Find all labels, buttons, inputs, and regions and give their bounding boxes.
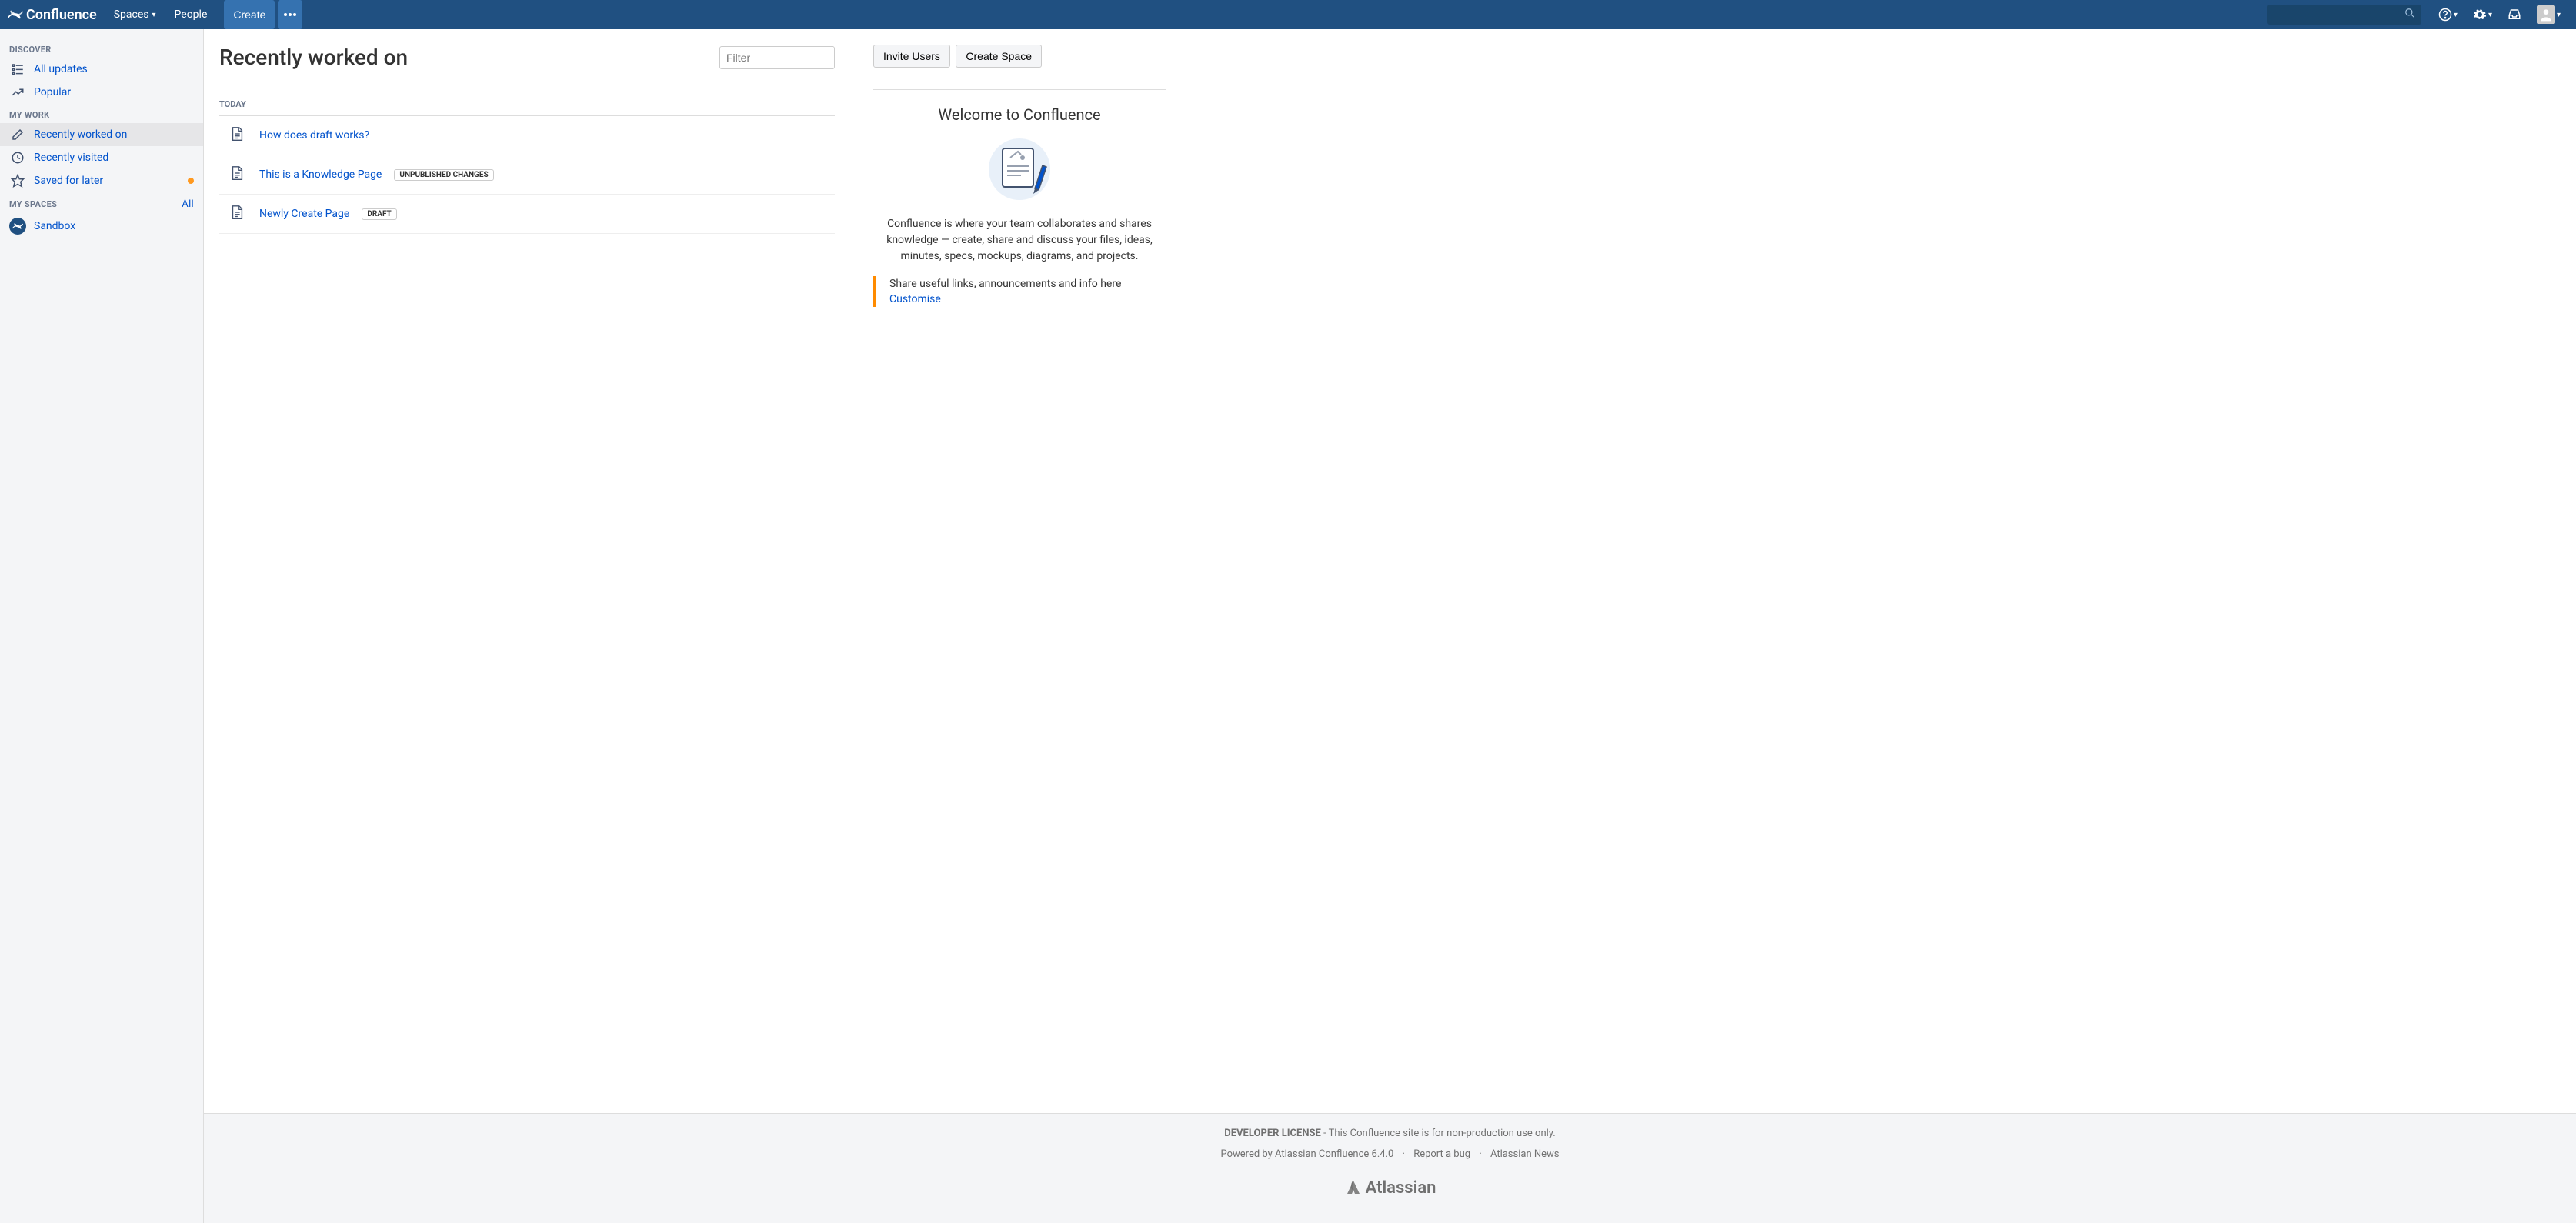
inbox-icon bbox=[2508, 8, 2521, 22]
avatar bbox=[2537, 5, 2555, 24]
sidebar-popular[interactable]: Popular bbox=[0, 81, 203, 104]
page-link[interactable]: This is a Knowledge Page bbox=[259, 168, 382, 181]
sidebar-saved-for-later[interactable]: Saved for later bbox=[0, 169, 203, 192]
chevron-down-icon: ▾ bbox=[152, 11, 156, 19]
sidebar-space-sandbox[interactable]: Sandbox bbox=[0, 213, 203, 239]
customise-link[interactable]: Customise bbox=[889, 293, 941, 305]
page-icon bbox=[229, 165, 245, 185]
status-badge: Unpublished changes bbox=[394, 169, 493, 181]
main-area: Recently worked on Today How does draft … bbox=[204, 29, 2576, 1223]
sidebar-item-label: Popular bbox=[34, 86, 71, 98]
nav-spaces-label: Spaces bbox=[114, 8, 149, 21]
atlassian-text: Atlassian bbox=[1366, 1178, 1436, 1198]
footer-links-row: Powered by Atlassian Confluence 6.4.0 · … bbox=[204, 1148, 2576, 1160]
gear-icon bbox=[2473, 8, 2487, 22]
separator: · bbox=[1479, 1148, 1481, 1160]
create-more-button[interactable] bbox=[278, 0, 302, 29]
edit-icon bbox=[9, 128, 26, 142]
chevron-down-icon: ▾ bbox=[2454, 11, 2458, 19]
welcome-section: Welcome to Confluence bbox=[873, 89, 1166, 307]
share-box: Share useful links, announcements and in… bbox=[873, 276, 1166, 307]
myspaces-heading-label: My Spaces bbox=[9, 199, 57, 209]
all-spaces-link[interactable]: All bbox=[182, 198, 194, 210]
sidebar-recently-worked[interactable]: Recently worked on bbox=[0, 123, 203, 146]
page-icon bbox=[229, 125, 245, 145]
sidebar-item-label: Sandbox bbox=[34, 220, 75, 232]
trend-icon bbox=[9, 85, 26, 99]
sidebar-item-label: Recently visited bbox=[34, 152, 108, 164]
sidebar-item-label: Saved for later bbox=[34, 175, 103, 187]
welcome-title: Welcome to Confluence bbox=[873, 105, 1166, 124]
list-item: How does draft works? bbox=[219, 116, 835, 155]
search-wrapper bbox=[2267, 5, 2421, 25]
page-title: Recently worked on bbox=[219, 45, 408, 70]
invite-users-button[interactable]: Invite Users bbox=[873, 45, 950, 68]
chevron-down-icon: ▾ bbox=[2488, 11, 2492, 19]
page-link[interactable]: Newly Create Page bbox=[259, 208, 349, 220]
list-item: Newly Create Page Draft bbox=[219, 195, 835, 234]
right-column: Invite Users Create Space Welcome to Con… bbox=[858, 45, 1181, 1098]
group-header-today: Today bbox=[219, 84, 835, 116]
content-center: Recently worked on Today How does draft … bbox=[219, 45, 858, 1098]
create-space-button[interactable]: Create Space bbox=[956, 45, 1042, 68]
sidebar: Discover All updates Popular My Work Rec… bbox=[0, 29, 204, 1223]
footer-license-row: DEVELOPER LICENSE - This Confluence site… bbox=[204, 1128, 2576, 1139]
nav-people-label: People bbox=[175, 8, 208, 21]
status-badge: Draft bbox=[362, 208, 396, 220]
list-icon bbox=[9, 62, 26, 76]
discover-heading: Discover bbox=[0, 38, 203, 58]
nav-spaces[interactable]: Spaces ▾ bbox=[105, 0, 165, 29]
powered-by-link[interactable]: Powered by Atlassian Confluence 6.4.0 bbox=[1220, 1148, 1393, 1160]
sidebar-item-label: Recently worked on bbox=[34, 128, 127, 141]
primary-nav: Spaces ▾ People Create bbox=[105, 0, 303, 29]
brand-text: Confluence bbox=[26, 7, 97, 23]
notifications-button[interactable] bbox=[2500, 0, 2529, 29]
chevron-down-icon: ▾ bbox=[2557, 11, 2561, 19]
clock-icon bbox=[9, 151, 26, 165]
mywork-heading: My Work bbox=[0, 104, 203, 123]
filter-input[interactable] bbox=[719, 46, 835, 69]
confluence-logo[interactable]: Confluence bbox=[8, 7, 97, 23]
admin-menu[interactable]: ▾ bbox=[2465, 0, 2500, 29]
footer: DEVELOPER LICENSE - This Confluence site… bbox=[204, 1113, 2576, 1223]
report-bug-link[interactable]: Report a bug bbox=[1413, 1148, 1470, 1160]
myspaces-heading: My Spaces All bbox=[0, 192, 203, 213]
atlassian-icon bbox=[1344, 1178, 1363, 1197]
search-input[interactable] bbox=[2267, 5, 2421, 25]
welcome-illustration-icon bbox=[981, 135, 1058, 204]
list-item: This is a Knowledge Page Unpublished cha… bbox=[219, 155, 835, 195]
atlassian-logo[interactable]: Atlassian bbox=[1344, 1178, 1436, 1198]
help-menu[interactable]: ▾ bbox=[2431, 0, 2465, 29]
global-header: Confluence Spaces ▾ People Create ▾ ▾ bbox=[0, 0, 2576, 29]
confluence-icon bbox=[8, 7, 23, 22]
license-text: - This Confluence site is for non-produc… bbox=[1321, 1128, 1556, 1139]
welcome-text: Confluence is where your team collaborat… bbox=[873, 216, 1166, 265]
profile-menu[interactable]: ▾ bbox=[2529, 0, 2568, 29]
nav-people[interactable]: People bbox=[165, 0, 217, 29]
unread-dot-icon bbox=[188, 178, 194, 184]
create-button[interactable]: Create bbox=[224, 0, 275, 29]
space-logo-icon bbox=[9, 218, 26, 235]
separator: · bbox=[1403, 1148, 1405, 1160]
help-icon bbox=[2438, 8, 2452, 22]
person-icon bbox=[2538, 7, 2554, 22]
license-label: DEVELOPER LICENSE bbox=[1224, 1128, 1321, 1139]
more-icon bbox=[284, 13, 296, 16]
page-link[interactable]: How does draft works? bbox=[259, 129, 369, 142]
sidebar-all-updates[interactable]: All updates bbox=[0, 58, 203, 81]
atlassian-news-link[interactable]: Atlassian News bbox=[1490, 1148, 1560, 1160]
page-icon bbox=[229, 204, 245, 224]
star-icon bbox=[9, 174, 26, 188]
sidebar-item-label: All updates bbox=[34, 63, 88, 75]
sidebar-recently-visited[interactable]: Recently visited bbox=[0, 146, 203, 169]
share-text: Share useful links, announcements and in… bbox=[889, 278, 1166, 290]
